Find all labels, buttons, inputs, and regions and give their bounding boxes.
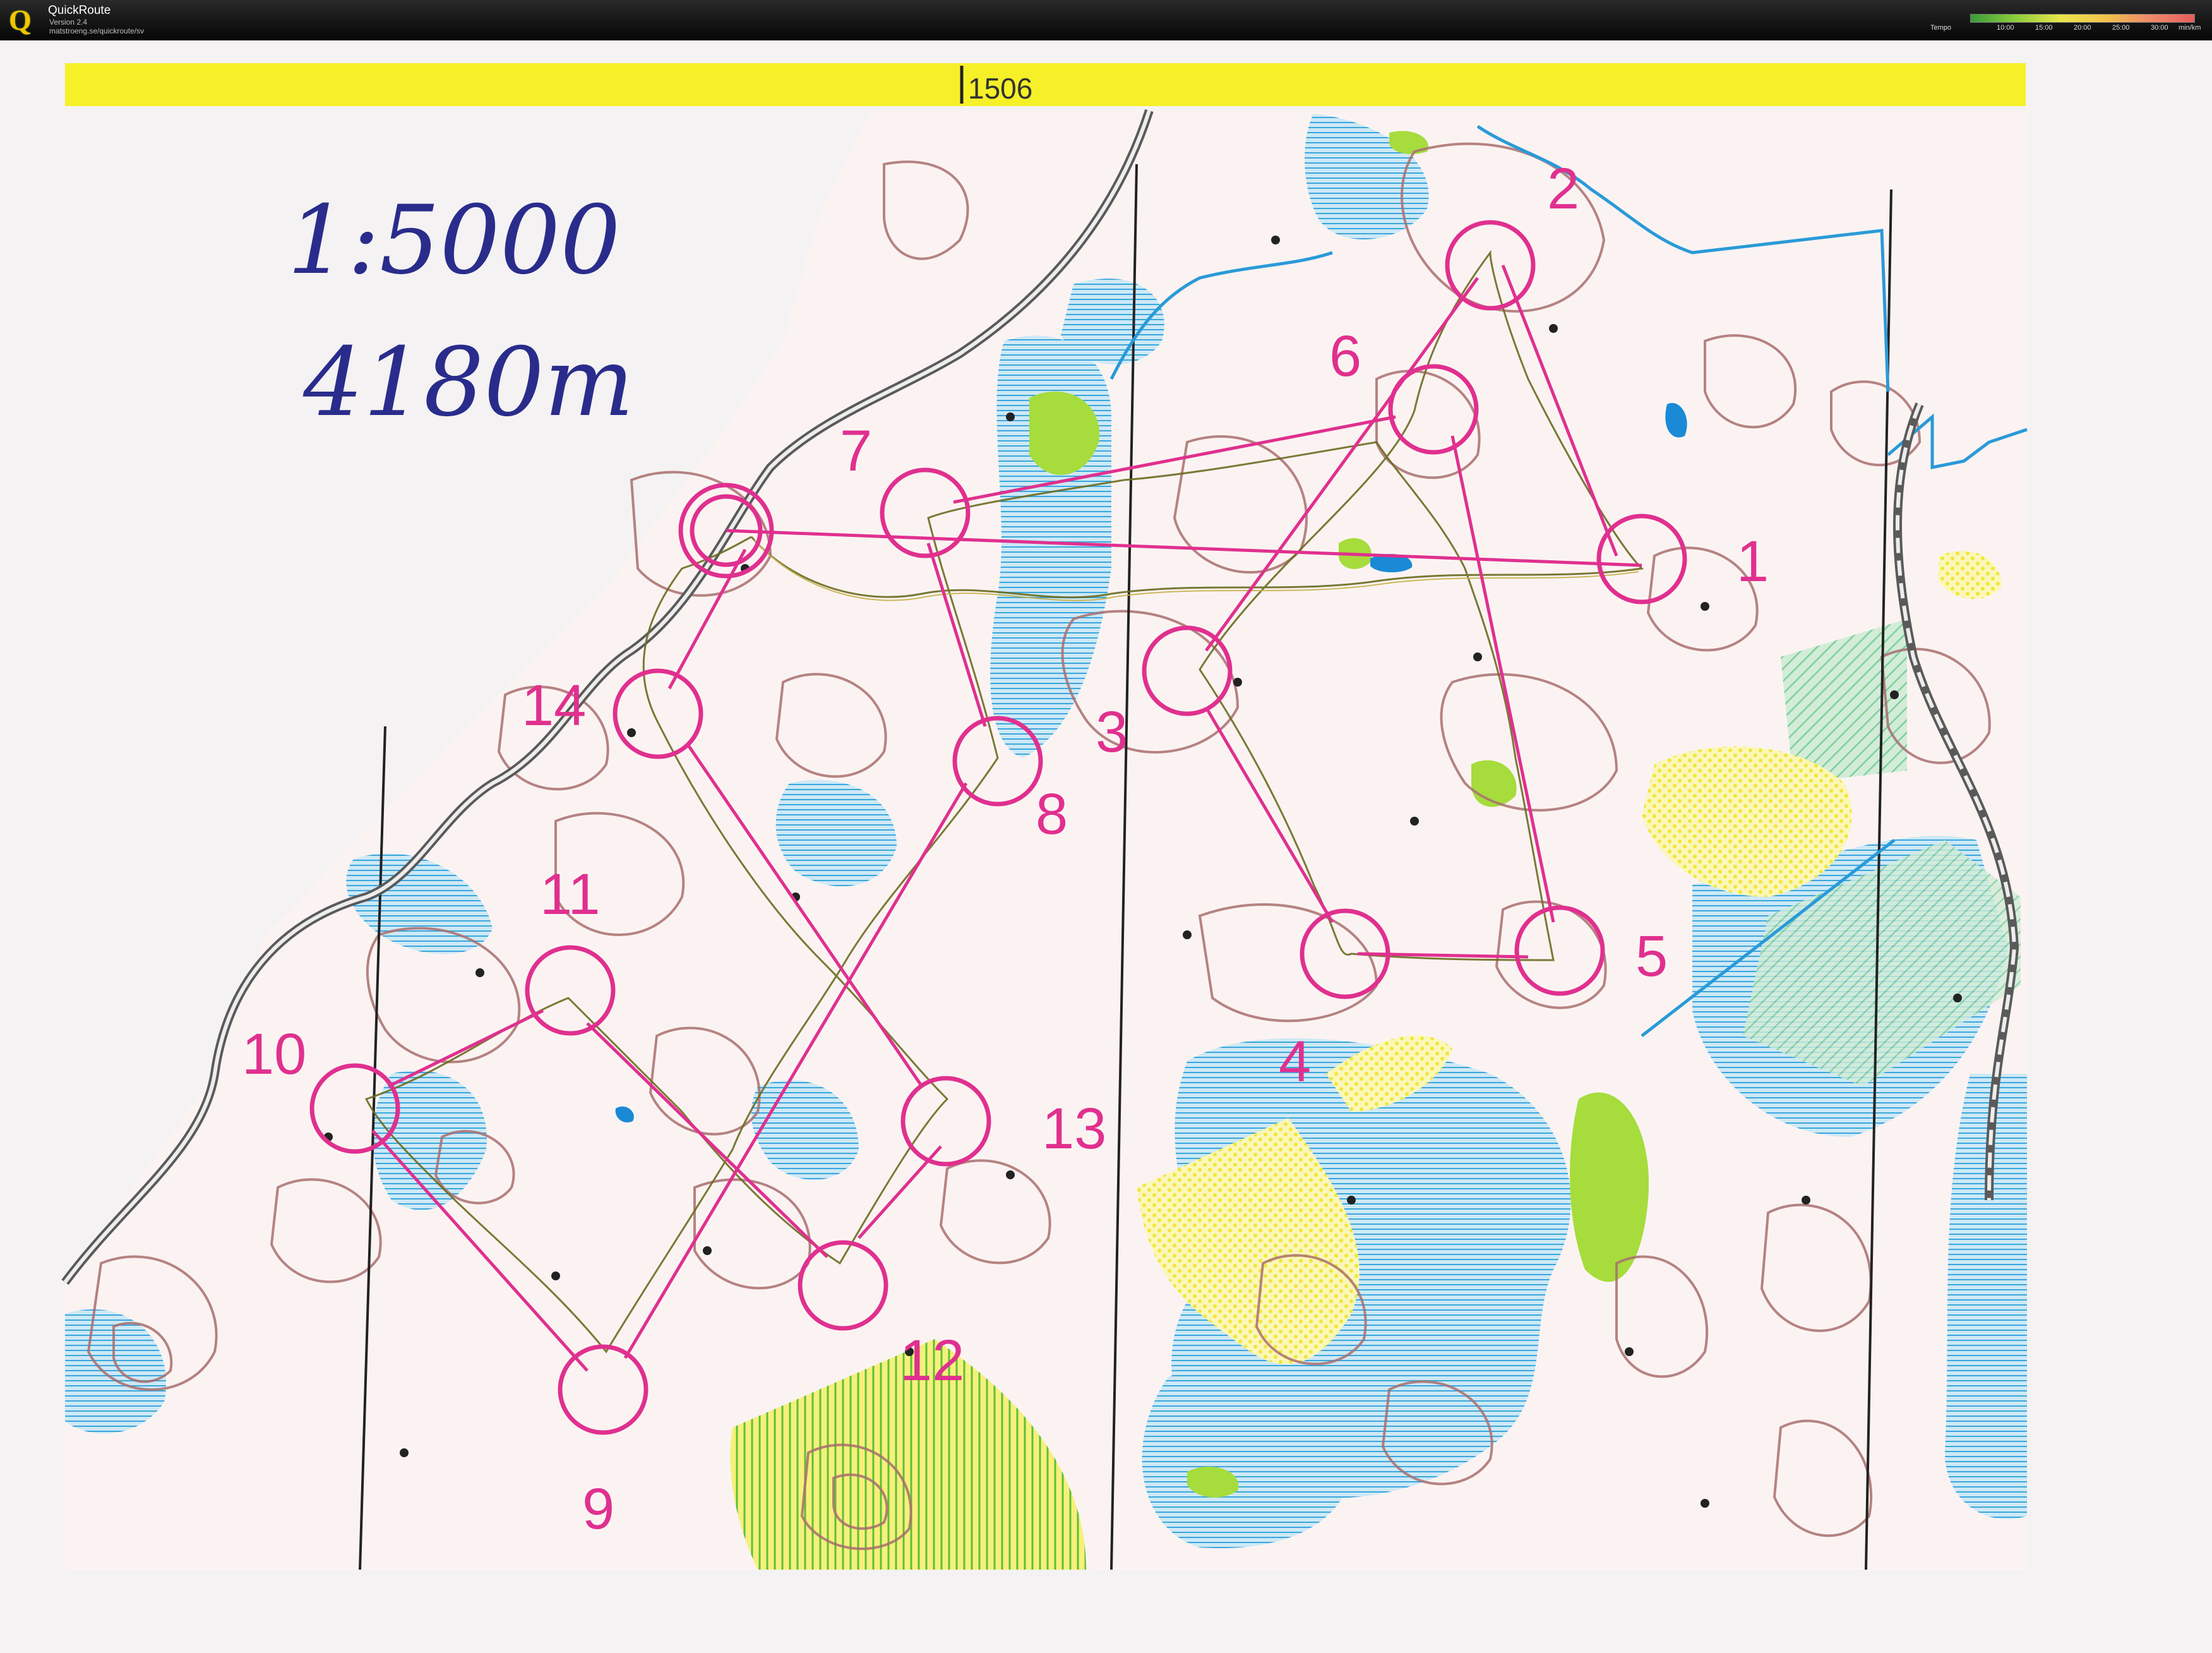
orienteering-map-paper[interactable]: 1506 1 2 3 4 5 6 7 8 9 10 11 12 13 14 1:… (0, 40, 2212, 1653)
app-url[interactable]: matstroeng.se/quickroute/sv (49, 27, 144, 35)
quickroute-logo-icon: Q (9, 4, 32, 36)
control-number: 1 (1737, 529, 1769, 594)
app-title-bar: Q QuickRoute Version 2.4 matstroeng.se/q… (0, 0, 2212, 40)
map-header-label: 1506 (968, 72, 1032, 105)
legend-title: Tempo (1930, 24, 1952, 32)
app-title: QuickRoute (48, 4, 111, 17)
control-number: 8 (1036, 782, 1068, 846)
control-number: 10 (242, 1022, 306, 1086)
legend-unit: min/km (2179, 24, 2201, 32)
app-version: Version 2.4 (49, 18, 88, 27)
control-number: 5 (1635, 924, 1668, 989)
control-number: 14 (522, 673, 586, 738)
legend-color-gradient (1970, 14, 2195, 23)
control-number: 9 (582, 1477, 614, 1541)
map-header-bar: 1506 (65, 63, 2026, 106)
control-number: 11 (540, 862, 601, 927)
control-number: 7 (840, 419, 872, 483)
control-number: 6 (1329, 324, 1361, 388)
legend-tick: 10:00 (1997, 24, 2014, 32)
control-number: 13 (1042, 1097, 1106, 1161)
control-number: 2 (1547, 157, 1579, 221)
control-number: 12 (900, 1328, 964, 1393)
legend-tick: 20:00 (2074, 24, 2091, 32)
handwritten-length-note: 4180m (303, 328, 634, 438)
legend-tick: 30:00 (2151, 24, 2168, 32)
tempo-legend: Tempo 10:00 15:00 20:00 25:00 30:00 (1926, 11, 2195, 34)
control-number: 3 (1096, 700, 1128, 764)
control-number: 4 (1279, 1030, 1311, 1094)
legend-tick: 15:00 (2035, 24, 2053, 32)
handwritten-scale-note: 1:5000 (287, 186, 621, 296)
legend-tick: 25:00 (2112, 24, 2130, 32)
